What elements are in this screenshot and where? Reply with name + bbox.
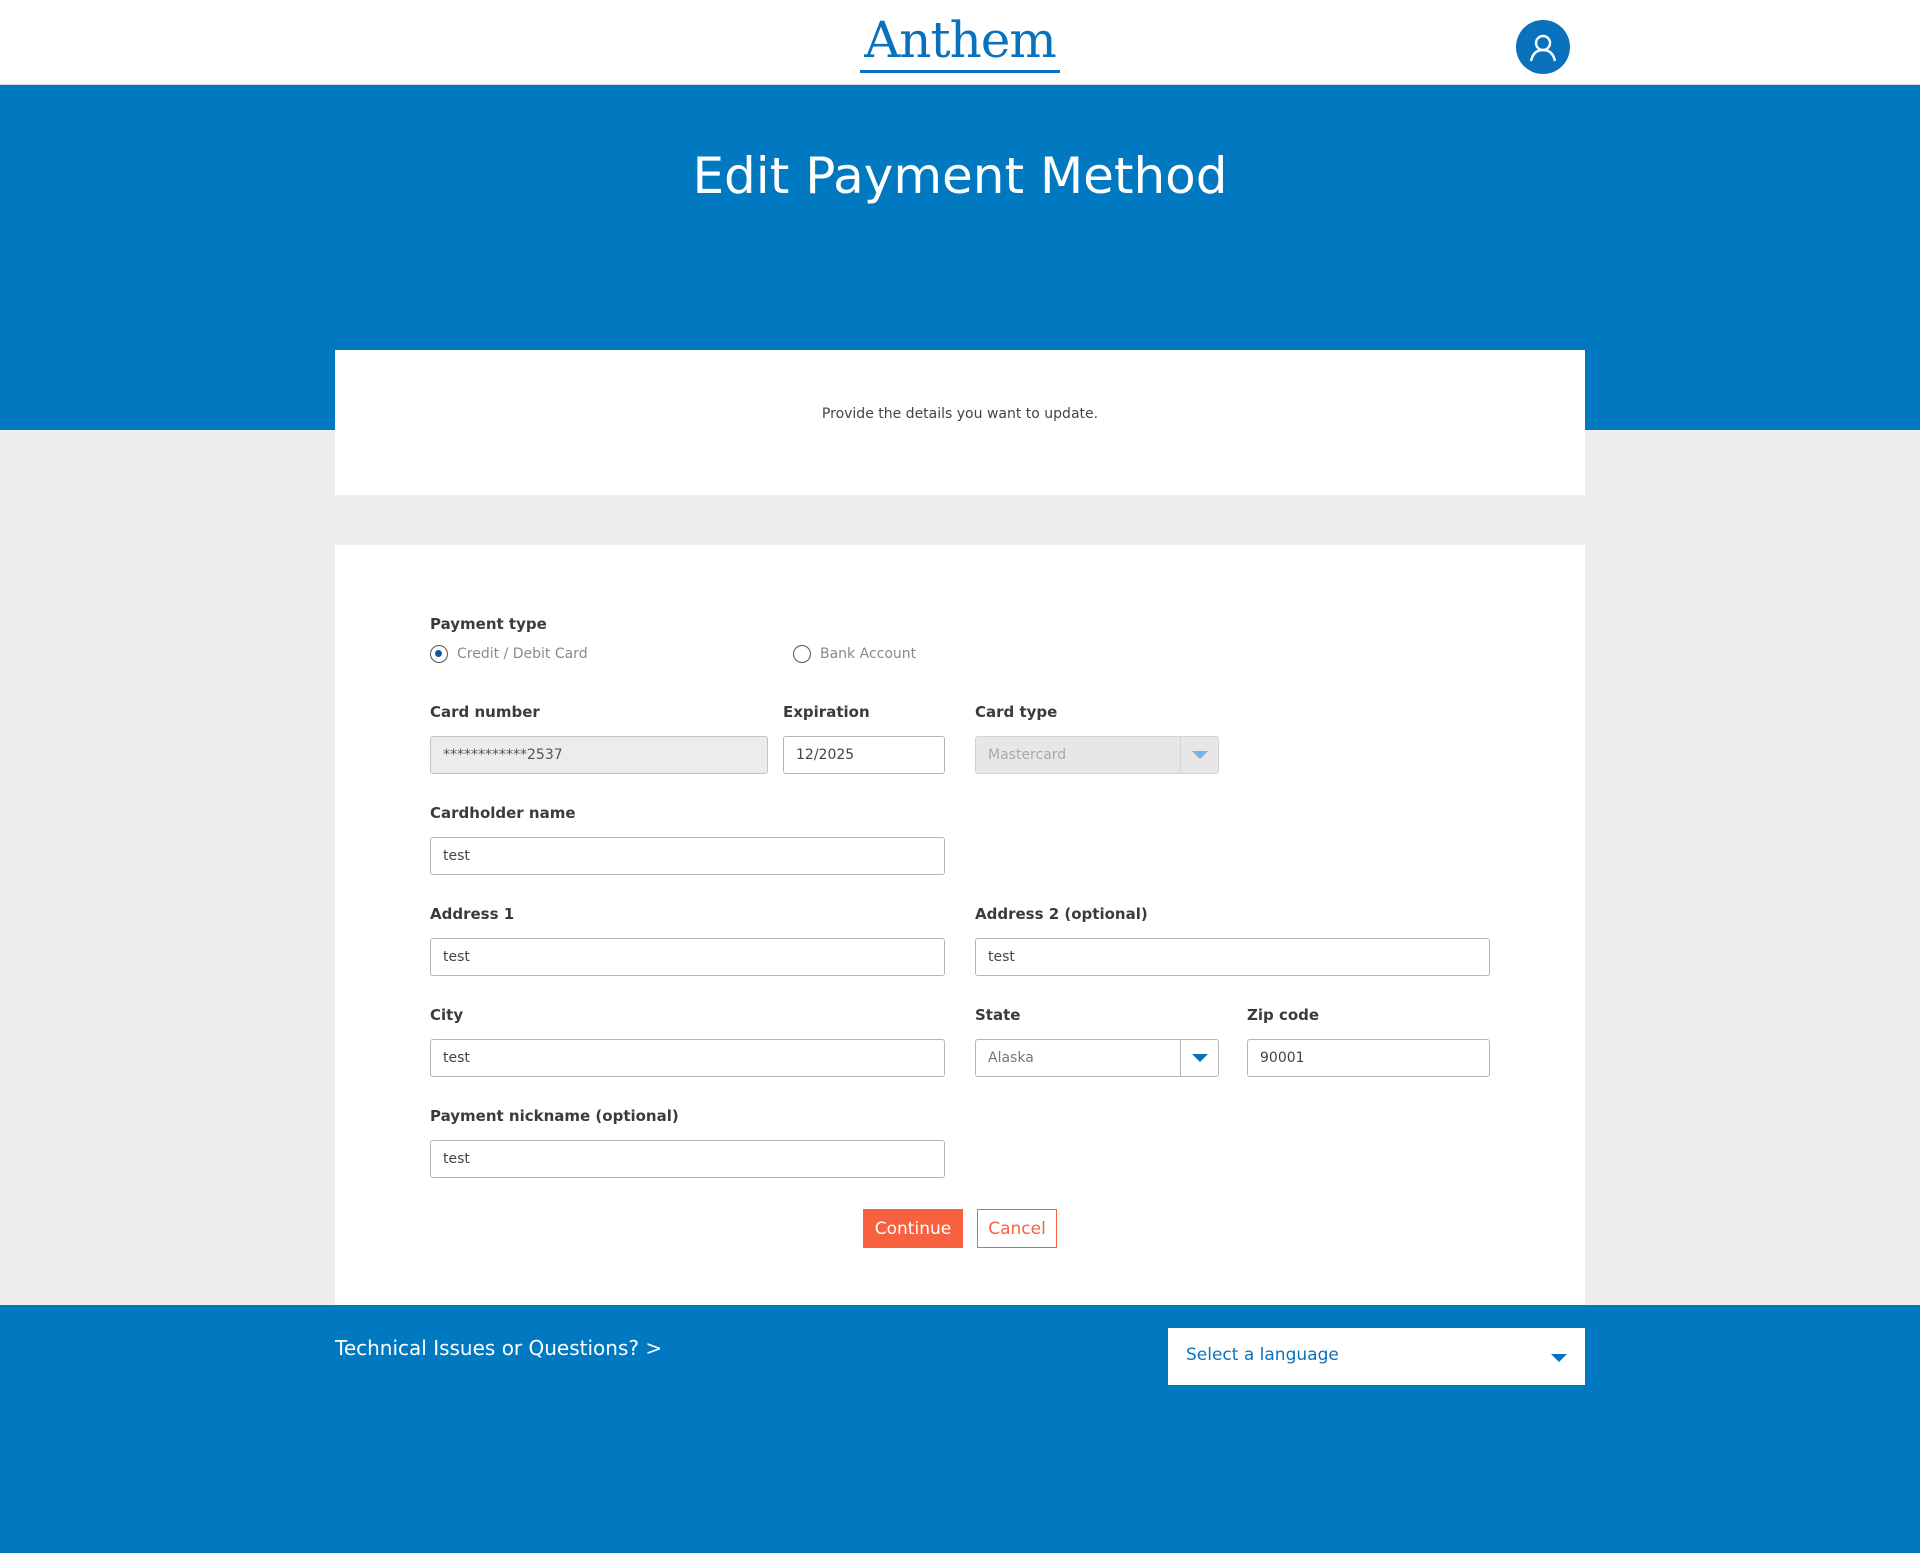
radio-credit-debit-card[interactable]: Credit / Debit Card [430, 645, 588, 663]
card-type-label: Card type [975, 703, 1058, 721]
cardholder-name-field[interactable]: test [430, 837, 945, 875]
footer: Technical Issues or Questions? > Select … [0, 1305, 1920, 1553]
city-label: City [430, 1006, 464, 1024]
technical-issues-link[interactable]: Technical Issues or Questions? > [335, 1336, 662, 1360]
payment-form: Payment type Credit / Debit Card Bank Ac… [335, 545, 1585, 1305]
logo-text: Anthem [864, 11, 1057, 69]
cancel-button[interactable]: Cancel [977, 1209, 1057, 1248]
payment-nickname-label: Payment nickname (optional) [430, 1107, 679, 1125]
city-field[interactable]: test [430, 1039, 945, 1077]
chevron-down-icon [1191, 751, 1208, 759]
radio-bank-account[interactable]: Bank Account [793, 645, 916, 663]
card-type-dropdown-button[interactable] [1180, 737, 1218, 773]
card-type-value: Mastercard [988, 747, 1067, 763]
state-dropdown-button[interactable] [1180, 1040, 1218, 1076]
page-title: Edit Payment Method [692, 147, 1228, 205]
logo-underline [860, 70, 1060, 73]
address2-field[interactable]: test [975, 938, 1490, 976]
language-select[interactable]: Select a language [1168, 1328, 1585, 1385]
radio-credit-debit-card-label: Credit / Debit Card [457, 646, 588, 662]
card-type-select[interactable]: Mastercard [975, 736, 1219, 774]
expiration-field[interactable]: 12/2025 [783, 736, 945, 774]
zip-code-field[interactable]: 90001 [1247, 1039, 1490, 1077]
radio-bank-account-circle[interactable] [793, 645, 811, 663]
expiration-label: Expiration [783, 703, 870, 721]
payment-nickname-field[interactable]: test [430, 1140, 945, 1178]
card-number-label: Card number [430, 703, 540, 721]
state-label: State [975, 1006, 1021, 1024]
address1-label: Address 1 [430, 905, 515, 923]
continue-button[interactable]: Continue [863, 1209, 963, 1248]
zip-code-label: Zip code [1247, 1006, 1320, 1024]
address2-label: Address 2 (optional) [975, 905, 1148, 923]
chevron-down-icon [1551, 1354, 1567, 1362]
intro-card: Provide the details you want to update. [335, 350, 1585, 495]
state-value: Alaska [988, 1050, 1034, 1066]
anthem-logo[interactable]: Anthem® [860, 11, 1060, 118]
payment-type-label: Payment type [430, 615, 547, 633]
cardholder-name-label: Cardholder name [430, 804, 576, 822]
address1-field[interactable]: test [430, 938, 945, 976]
radio-credit-debit-card-circle[interactable] [430, 645, 448, 663]
language-select-placeholder: Select a language [1186, 1345, 1339, 1365]
radio-bank-account-label: Bank Account [820, 646, 917, 662]
user-icon[interactable] [1516, 20, 1570, 74]
chevron-down-icon [1191, 1054, 1208, 1062]
top-header: Anthem® [0, 0, 1920, 118]
state-select[interactable]: Alaska [975, 1039, 1219, 1077]
card-number-field[interactable]: ************2537 [430, 736, 768, 774]
intro-text: Provide the details you want to update. [821, 406, 1099, 422]
